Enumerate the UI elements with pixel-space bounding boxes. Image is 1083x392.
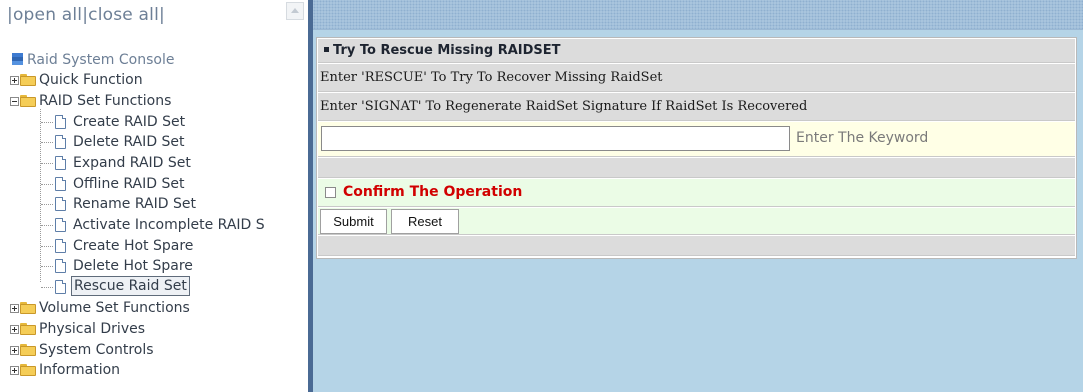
tree-item-delete-hot-spare[interactable]: Delete Hot Spare (0, 256, 306, 276)
tree-toolbar: |open all|close all| (0, 0, 308, 36)
footer-row (318, 236, 1075, 256)
tree-item-expand-raid-set[interactable]: Expand RAID Set (0, 153, 306, 173)
tree-item-label: Create Hot Spare (73, 238, 194, 254)
folder-icon (20, 302, 36, 314)
tree-item-volume-set-functions[interactable]: Volume Set Functions (0, 298, 300, 318)
tree-item-raid-set-functions[interactable]: RAID Set Functions (0, 91, 300, 111)
scroll-up-arrow[interactable] (286, 2, 304, 20)
tree-item-label: Create RAID Set (73, 114, 186, 130)
page-icon (55, 135, 66, 149)
instruction-signat: Enter 'SIGNAT' To Regenerate RaidSet Sig… (318, 93, 1075, 121)
tree-item-create-hot-spare[interactable]: Create Hot Spare (0, 236, 306, 256)
tree-item-information[interactable]: Information (0, 360, 300, 380)
page-icon (55, 156, 66, 170)
form-title-row: Try To Rescue Missing RAIDSET (318, 39, 1075, 63)
confirm-row: Confirm The Operation (318, 179, 1075, 207)
confirm-checkbox[interactable] (325, 187, 336, 198)
plus-box-icon[interactable] (10, 366, 19, 375)
plus-box-icon[interactable] (10, 76, 19, 85)
folder-open-icon (20, 95, 36, 107)
tree-item-delete-raid-set[interactable]: Delete RAID Set (0, 132, 306, 152)
tree-item-offline-raid-set[interactable]: Offline RAID Set (0, 174, 306, 194)
folder-icon (20, 364, 36, 376)
content-header-band (313, 0, 1083, 30)
separator-right: | (159, 5, 165, 25)
tree-item-rescue-raid-set[interactable]: Rescue Raid Set (0, 276, 306, 297)
title-bullet-icon (324, 47, 329, 52)
navigation-frame: |open all|close all| Raid System Console… (0, 0, 308, 392)
form-title: Try To Rescue Missing RAIDSET (333, 43, 561, 58)
tree-branch (41, 184, 53, 185)
reset-button[interactable]: Reset (391, 209, 459, 234)
page-icon (55, 280, 66, 294)
button-row: Submit Reset (318, 208, 1075, 235)
spacer-row (318, 158, 1075, 178)
page-icon (55, 115, 66, 129)
tree-item-label-selected: Rescue Raid Set (71, 276, 190, 296)
tree-item-label: RAID Set Functions (39, 93, 172, 109)
raid-console-icon (12, 53, 23, 65)
tree-branch (41, 122, 53, 123)
page-icon (55, 218, 66, 232)
close-all-link[interactable]: close all (88, 5, 159, 25)
tree-item-label: Offline RAID Set (73, 176, 185, 192)
tree-item-rename-raid-set[interactable]: Rename RAID Set (0, 194, 306, 214)
instruction-rescue: Enter 'RESCUE' To Try To Recover Missing… (318, 64, 1075, 92)
open-all-link[interactable]: open all (13, 5, 82, 25)
tree-item-label: Volume Set Functions (39, 300, 190, 316)
tree-root-label: Raid System Console (27, 52, 175, 68)
tree-item-label: Rename RAID Set (73, 196, 196, 212)
tree-branch (41, 163, 53, 164)
tree-item-create-raid-set[interactable]: Create RAID Set (0, 112, 306, 132)
tree-branch (41, 287, 53, 288)
tree-item-physical-drives[interactable]: Physical Drives (0, 319, 300, 339)
tree-item-label: Activate Incomplete RAID S (73, 217, 265, 233)
tree-item-label: System Controls (39, 342, 154, 358)
page-icon (55, 177, 66, 191)
plus-box-icon[interactable] (10, 346, 19, 355)
tree-item-system-controls[interactable]: System Controls (0, 340, 300, 360)
tree-branch (41, 225, 53, 226)
tree-item-label: Information (39, 362, 121, 378)
plus-box-icon[interactable] (10, 304, 19, 313)
tree-item-label: Expand RAID Set (73, 155, 191, 171)
tree-item-label: Delete RAID Set (73, 134, 185, 150)
keyword-input[interactable] (321, 126, 790, 151)
plus-box-icon[interactable] (10, 325, 19, 334)
tree-branch (41, 246, 53, 247)
tree-branch (41, 266, 53, 267)
page-icon (55, 239, 66, 253)
tree-item-label: Quick Function (39, 72, 143, 88)
tree-branch (41, 142, 53, 143)
folder-icon (20, 74, 36, 86)
page-icon (55, 197, 66, 211)
rescue-raidset-form: Try To Rescue Missing RAIDSET Enter 'RES… (316, 37, 1077, 259)
tree-root[interactable]: Raid System Console (0, 50, 300, 70)
keyword-hint: Enter The Keyword (796, 130, 929, 146)
tree-item-activate-incomplete-raid-set[interactable]: Activate Incomplete RAID S (0, 215, 306, 235)
tree-item-quick-function[interactable]: Quick Function (0, 70, 300, 90)
submit-button[interactable]: Submit (320, 209, 387, 234)
tree-item-label: Physical Drives (39, 321, 146, 337)
content-frame: Try To Rescue Missing RAIDSET Enter 'RES… (313, 0, 1083, 392)
tree-branch (41, 204, 53, 205)
folder-icon (20, 323, 36, 335)
tree-item-label: Delete Hot Spare (73, 258, 193, 274)
minus-box-icon[interactable] (10, 97, 19, 106)
page-icon (55, 259, 66, 273)
keyword-row: Enter The Keyword (318, 122, 1075, 157)
confirm-label[interactable]: Confirm The Operation (343, 184, 522, 200)
folder-icon (20, 344, 36, 356)
open-close-links: |open all|close all| (7, 5, 165, 25)
